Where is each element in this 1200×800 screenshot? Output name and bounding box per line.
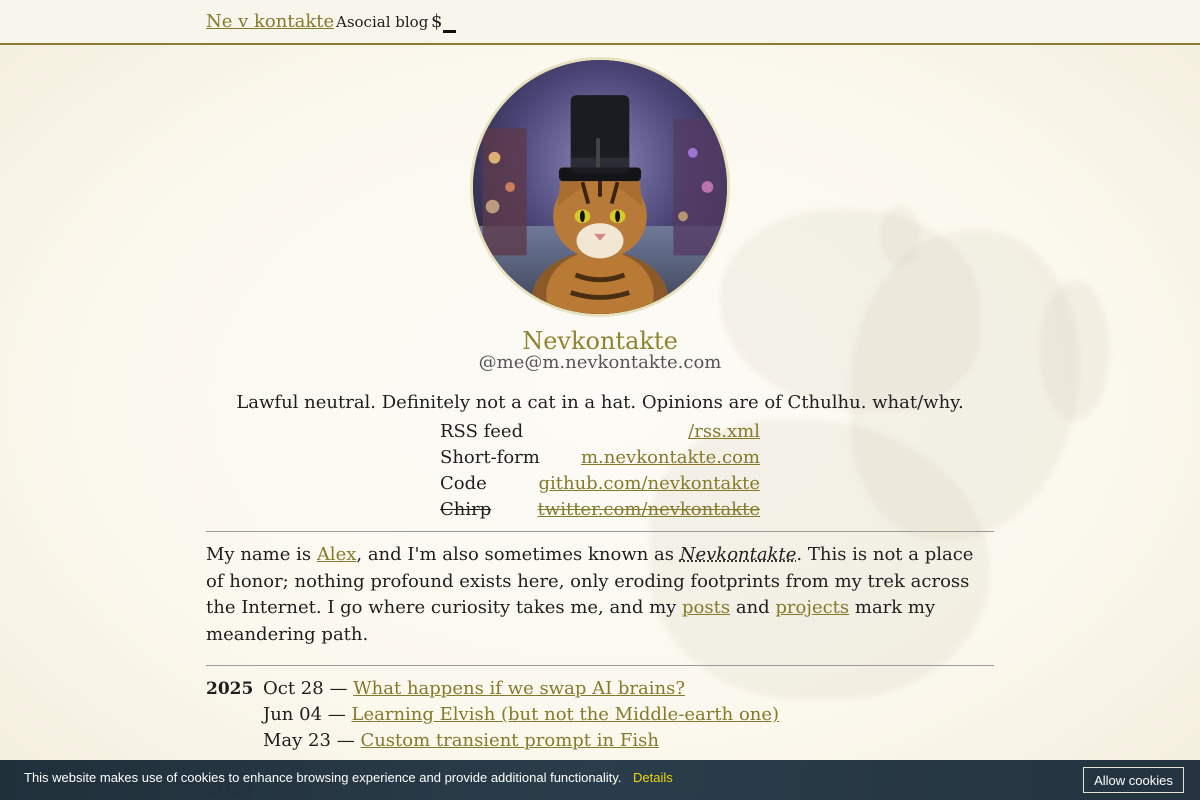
link-row-rss: RSS feed /rss.xml (440, 418, 760, 444)
prompt-symbol: $ (431, 11, 443, 32)
link-label: Short-form (440, 446, 540, 468)
profile-name: Nevkontakte (522, 327, 678, 355)
link-row-short-form: Short-form m.nevkontakte.com (440, 444, 760, 470)
link-row-chirp: Chirp twitter.com/nevkontakte (440, 496, 760, 522)
code-link[interactable]: github.com/nevkontakte (538, 473, 760, 494)
divider (206, 531, 994, 532)
post-item: Jun 04 — Learning Elvish (but not the Mi… (263, 702, 983, 728)
chirp-link[interactable]: twitter.com/nevkontakte (538, 499, 760, 520)
cookie-banner: This website makes use of cookies to enh… (0, 760, 1200, 800)
post-date: Oct 28 (263, 678, 324, 699)
link-label: RSS feed (440, 420, 524, 442)
profile-bio: Lawful neutral. Definitely not a cat in … (236, 392, 964, 413)
rss-feed-link[interactable]: /rss.xml (688, 421, 760, 442)
post-date: Jun 04 (263, 704, 323, 725)
cookie-details-link[interactable]: Details (633, 770, 673, 785)
divider (206, 665, 994, 666)
site-header: Ne v kontakte Asocial blog $ (0, 0, 1200, 45)
profile-links: RSS feed /rss.xml Short-form m.nevkontak… (440, 418, 760, 522)
alias-nevkontakte: Nevkontakte (679, 544, 797, 565)
cookie-message: This website makes use of cookies to enh… (24, 770, 622, 785)
year-label: 2025 (206, 679, 254, 699)
background-splash (880, 205, 920, 265)
site-tagline: Asocial blog (336, 13, 429, 31)
alex-link[interactable]: Alex (317, 544, 357, 565)
post-link[interactable]: What happens if we swap AI brains? (353, 678, 685, 699)
post-date: May 23 (263, 730, 331, 751)
link-label: Chirp (440, 498, 492, 520)
short-form-link[interactable]: m.nevkontakte.com (581, 447, 760, 468)
post-list: Oct 28 — What happens if we swap AI brai… (263, 676, 983, 754)
post-separator: — (336, 730, 355, 751)
intro-text: , and I'm also sometimes known as (356, 544, 680, 565)
post-item: Oct 28 — What happens if we swap AI brai… (263, 676, 983, 702)
intro-paragraph: My name is Alex, and I'm also sometimes … (206, 542, 994, 648)
intro-text: and (730, 597, 776, 618)
blinking-cursor-icon (443, 30, 456, 33)
posts-link[interactable]: posts (682, 597, 730, 618)
post-link[interactable]: Custom transient prompt in Fish (360, 730, 658, 751)
profile-handle: @me@m.nevkontakte.com (478, 352, 722, 373)
post-separator: — (329, 678, 348, 699)
cat-in-top-hat-avatar (470, 57, 730, 317)
link-label: Code (440, 472, 487, 494)
link-row-code: Code github.com/nevkontakte (440, 470, 760, 496)
intro-text: My name is (206, 544, 317, 565)
post-separator: — (327, 704, 346, 725)
projects-link[interactable]: projects (775, 597, 849, 618)
site-title-link[interactable]: Ne v kontakte (206, 11, 334, 32)
allow-cookies-button[interactable]: Allow cookies (1083, 767, 1184, 793)
post-item: May 23 — Custom transient prompt in Fish (263, 728, 983, 754)
post-link[interactable]: Learning Elvish (but not the Middle-eart… (352, 704, 780, 725)
